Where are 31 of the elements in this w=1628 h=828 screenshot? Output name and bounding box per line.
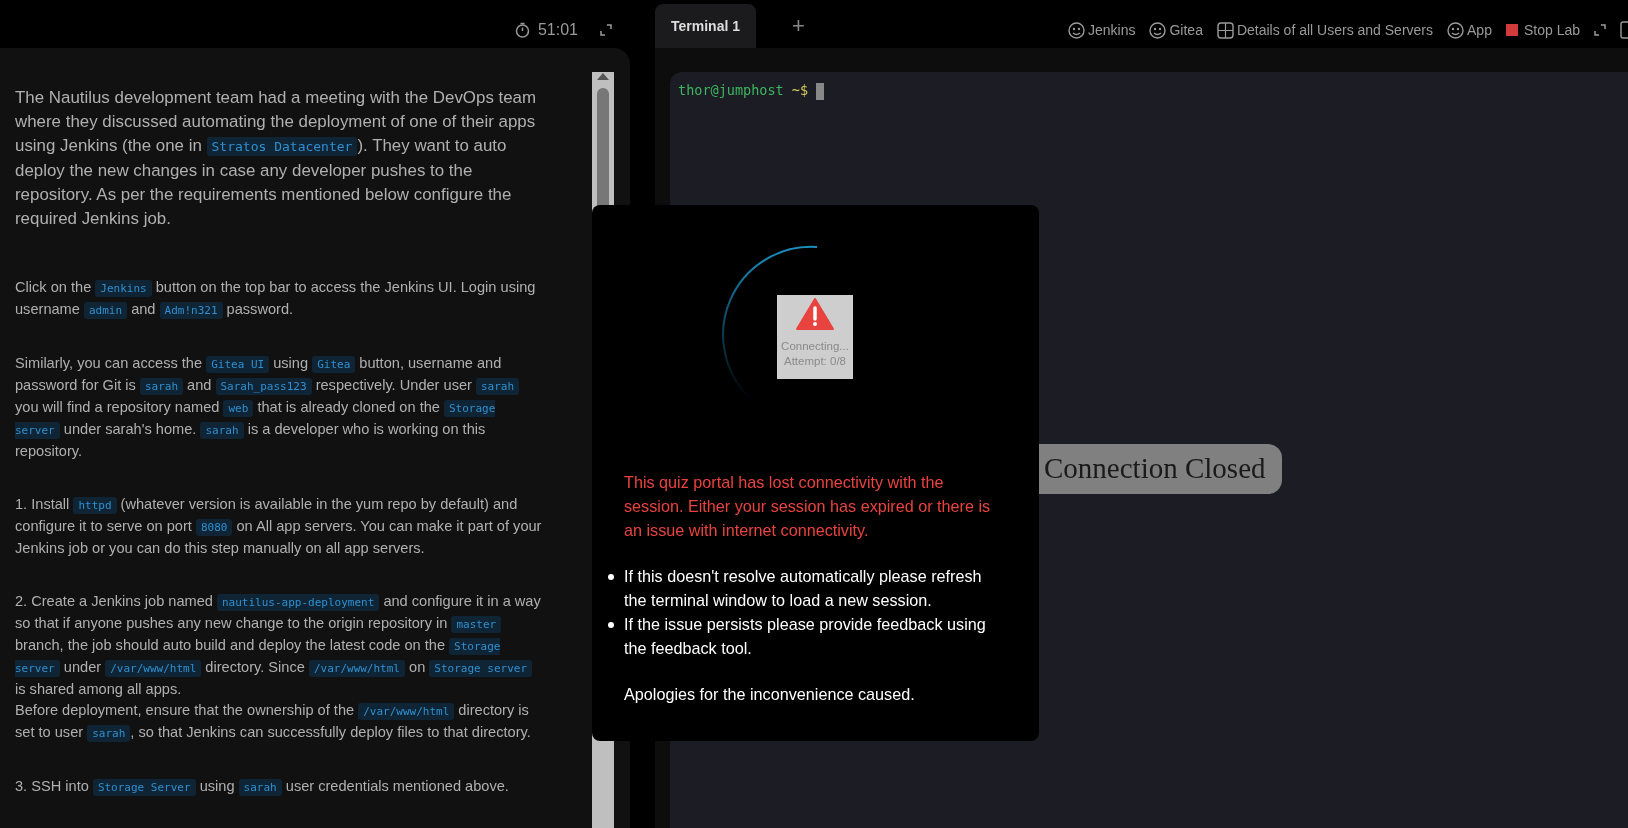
task-paragraph: 1. Install httpd (whatever version is available in the yum repo by default) and configure it to serve on port 8080 on All app servers. You can make it part of your Jenkins job or you can do this step manually on all app servers. <box>15 495 543 558</box>
service-link[interactable]: App <box>1447 19 1492 41</box>
service-link[interactable]: Gitea <box>1149 19 1203 41</box>
expand-icon[interactable] <box>1594 24 1606 36</box>
status-text: Connecting... <box>781 339 849 354</box>
task-paragraph: 2. Create a Jenkins job named nautilus-app-deployment and configure it in a way so that if anyone pushes any new change to the origin repository in master branch, the job should auto build and deploy the latest code on the Storage server under /var/www/html directory. Since /var/www/html on Storage server is shared among all apps. <box>15 592 542 699</box>
panel-icon[interactable] <box>1620 21 1628 39</box>
face-icon <box>1149 21 1167 39</box>
task-paragraph: 3. SSH into Storage Server using sarah user credentials mentioned above. <box>15 777 510 798</box>
terminal-cursor <box>816 82 825 100</box>
service-link[interactable]: Jenkins <box>1068 19 1136 41</box>
stop-icon <box>1505 24 1518 36</box>
intro-paragraph: The Nautilus development team had a meeting with the DevOps team where they discussed automating the deployment of one of their apps using Jenkins (the one in Stratos Datacenter ). They want to auto deploy the new changes in case any developer pushes to the repository. As per the requirements mentioned below configure the required Jenkins job. <box>15 87 538 230</box>
scroll-up-arrow-icon[interactable] <box>597 72 609 80</box>
grid-icon <box>1216 21 1234 39</box>
details-link[interactable]: Details of all Users and Servers <box>1216 19 1433 41</box>
warning-icon <box>796 298 834 330</box>
face-icon <box>1447 21 1464 39</box>
timer-text: 51:01 <box>537 20 578 40</box>
connection-closed-banner: Connection Closed <box>1039 444 1282 494</box>
attempt-text: Attempt: 0/8 <box>784 354 846 369</box>
stopwatch-icon <box>514 22 530 38</box>
terminal-tab[interactable]: Terminal 1 <box>655 4 756 48</box>
expand-icon[interactable] <box>600 24 612 36</box>
task-paragraph: Similarly, you can access the Gitea UI using Gitea button, username and password for Git is sarah and Sarah_pass123 respectively. Under user sarah you will find a repository named web that is already cloned on the Storage server under sarah's home. sarah is a developer who is working on this repository. <box>15 353 544 462</box>
terminal-prompt: thor@jumphost ~$ <box>678 82 809 98</box>
stop-lab-button[interactable]: Stop Lab <box>1505 19 1580 41</box>
task-paragraph: Before deployment, ensure that the ownership of the /var/www/html directory is set to user sarah , so that Jenkins can successfully deploy files to that directory. <box>15 701 532 744</box>
face-icon <box>1068 21 1085 39</box>
task-paragraph: Click on the Jenkins button on the top bar to access the Jenkins UI. Login using username admin and Adm!n321 password. <box>15 278 537 321</box>
add-tab-button[interactable]: + <box>786 9 811 48</box>
